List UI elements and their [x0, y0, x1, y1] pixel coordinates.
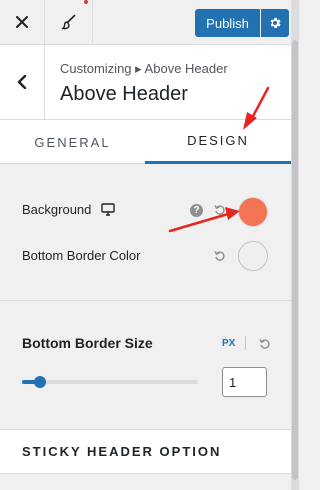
tab-design[interactable]: DESIGN: [145, 120, 291, 164]
help-icon[interactable]: ?: [190, 204, 203, 217]
reset-icon[interactable]: [214, 204, 226, 216]
section-title: Above Header: [60, 83, 188, 105]
bottom-border-color-label: Bottom Border Color: [22, 248, 141, 263]
unit-selector[interactable]: PX: [222, 338, 235, 349]
close-customizer-button[interactable]: [0, 0, 45, 44]
sticky-header-option-section[interactable]: STICKY HEADER OPTION: [0, 430, 291, 474]
bottom-border-color-swatch[interactable]: [238, 241, 268, 271]
border-size-input[interactable]: [222, 367, 267, 397]
reset-icon[interactable]: [214, 250, 226, 262]
background-label: Background: [22, 202, 92, 217]
chevron-left-icon: [17, 75, 27, 89]
paintbrush-icon: [61, 14, 75, 30]
divider: [245, 336, 246, 350]
publish-settings-button[interactable]: [261, 9, 289, 37]
close-icon: [16, 16, 28, 28]
slider-handle[interactable]: [33, 376, 46, 388]
panel-scrollbar-thumb[interactable]: [292, 40, 298, 480]
tab-general[interactable]: GENERAL: [0, 120, 145, 164]
publish-button[interactable]: Publish: [195, 9, 260, 37]
tab-bar: GENERAL DESIGN: [0, 120, 291, 164]
breadcrumb: Customizing ▸ Above Header: [60, 61, 228, 76]
back-button[interactable]: [0, 45, 45, 119]
border-size-slider[interactable]: [22, 376, 198, 388]
bottom-border-size-label: Bottom Border Size: [22, 335, 153, 351]
section-header: Customizing ▸ Above Header Above Header: [0, 45, 291, 120]
gear-icon: [270, 17, 281, 29]
reset-icon[interactable]: [259, 338, 271, 350]
customizer-topbar: Publish: [0, 0, 291, 45]
arrow-to-background-swatch: [168, 207, 240, 233]
notification-dot: [84, 0, 88, 4]
desktop-icon[interactable]: [101, 203, 115, 216]
divider: [0, 300, 291, 301]
edit-brush-button[interactable]: [45, 0, 93, 44]
background-color-swatch[interactable]: [238, 197, 268, 227]
